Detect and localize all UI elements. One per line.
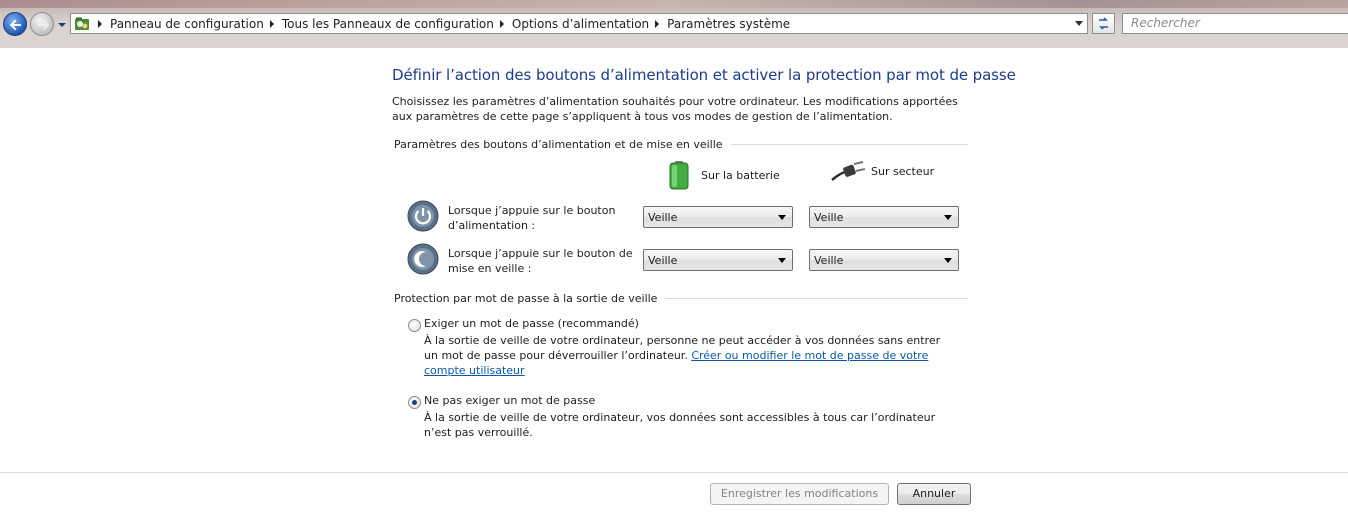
breadcrumb-arrow-icon[interactable]: [499, 19, 504, 28]
power-plug-icon: [831, 161, 865, 181]
require-password-label[interactable]: Exiger un mot de passe (recommandé): [424, 317, 639, 330]
no-password-description: À la sortie de veille de votre ordinateu…: [424, 411, 936, 439]
chevron-down-icon: [778, 215, 786, 220]
power-button-ac-select[interactable]: Veille: [809, 206, 959, 228]
footer-divider: [0, 472, 1348, 473]
section-header-label: Protection par mot de passe à la sortie …: [394, 292, 658, 305]
sleep-button-ac-select[interactable]: Veille: [809, 249, 959, 271]
select-value: Veille: [648, 211, 678, 224]
chevron-down-icon: [778, 258, 786, 263]
address-dropdown-icon[interactable]: [1075, 21, 1083, 26]
chevron-down-icon: [944, 258, 952, 263]
breadcrumb-item[interactable]: Paramètres système: [649, 17, 790, 31]
page-description: Choisissez les paramètres d’alimentation…: [392, 95, 958, 123]
breadcrumb-label[interactable]: Tous les Panneaux de configuration: [282, 17, 494, 31]
battery-column-header: Sur la batterie: [668, 160, 780, 190]
require-password-description: À la sortie de veille de votre ordinateu…: [424, 333, 954, 378]
chevron-down-icon: [944, 215, 952, 220]
address-field[interactable]: Panneau de configuration Tous les Pannea…: [70, 13, 1088, 34]
breadcrumb-arrow-icon[interactable]: [269, 19, 274, 28]
arrow-left-icon: [9, 19, 21, 31]
recent-pages-chevron-icon[interactable]: [57, 20, 67, 30]
breadcrumb-label[interactable]: Paramètres système: [667, 17, 790, 31]
power-buttons-section-header: Paramètres des boutons d’alimentation et…: [394, 138, 968, 151]
arrow-right-icon: [38, 19, 50, 31]
require-password-radio[interactable]: [408, 319, 421, 332]
no-password-radio[interactable]: [408, 396, 421, 409]
select-value: Veille: [814, 211, 844, 224]
power-button-icon: [407, 200, 439, 232]
no-password-label[interactable]: Ne pas exiger un mot de passe: [424, 394, 595, 407]
ac-column-header: Sur secteur: [831, 160, 934, 182]
breadcrumb-label[interactable]: Panneau de configuration: [110, 17, 264, 31]
battery-column-label: Sur la batterie: [701, 168, 780, 182]
section-divider: [730, 144, 968, 145]
sleep-button-icon: [407, 243, 439, 275]
breadcrumb-label[interactable]: Options d’alimentation: [512, 17, 649, 31]
sleep-button-battery-select[interactable]: Veille: [643, 249, 793, 271]
refresh-button[interactable]: [1092, 13, 1115, 34]
power-button-battery-select[interactable]: Veille: [643, 206, 793, 228]
breadcrumb-item[interactable]: Options d’alimentation: [494, 17, 649, 31]
power-button-label: Lorsque j’appuie sur le bouton d’aliment…: [448, 204, 616, 232]
search-placeholder: Rechercher: [1131, 16, 1200, 30]
refresh-icon: [1099, 17, 1108, 30]
title-bar-glass: [0, 0, 1348, 8]
section-header-label: Paramètres des boutons d’alimentation et…: [394, 138, 723, 151]
control-panel-icon: [75, 17, 89, 30]
breadcrumb-arrow-icon[interactable]: [655, 19, 660, 28]
save-changes-button[interactable]: Enregistrer les modifications: [710, 483, 889, 505]
forward-button[interactable]: [30, 12, 54, 36]
battery-icon: [669, 161, 689, 190]
page-title: Définir l’action des boutons d’alimentat…: [392, 66, 1016, 84]
breadcrumb-arrow-icon[interactable]: [98, 19, 102, 28]
select-value: Veille: [814, 254, 844, 267]
password-section-header: Protection par mot de passe à la sortie …: [394, 292, 968, 305]
breadcrumb-item[interactable]: Panneau de configuration: [96, 17, 264, 31]
section-divider: [665, 298, 968, 299]
cancel-button[interactable]: Annuler: [897, 483, 971, 505]
sleep-button-label: Lorsque j’appuie sur le bouton de mise e…: [448, 247, 633, 275]
back-button[interactable]: [3, 12, 27, 36]
search-input[interactable]: Rechercher: [1122, 13, 1348, 34]
ac-column-label: Sur secteur: [871, 164, 935, 178]
select-value: Veille: [648, 254, 678, 267]
address-toolbar: Panneau de configuration Tous les Pannea…: [0, 0, 1348, 48]
breadcrumb-item[interactable]: Tous les Panneaux de configuration: [264, 17, 494, 31]
